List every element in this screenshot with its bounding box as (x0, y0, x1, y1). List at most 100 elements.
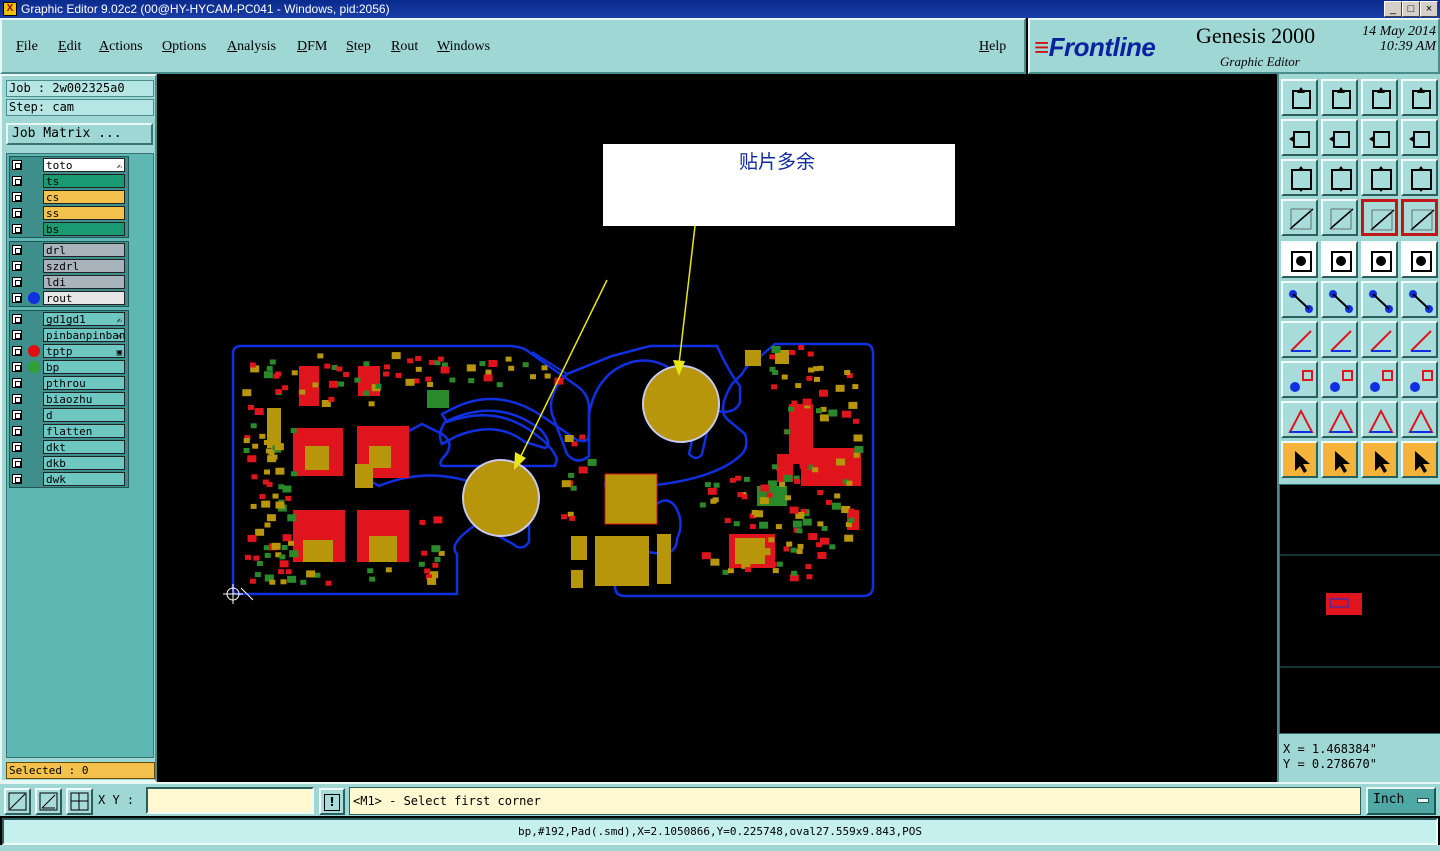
menu-analysis[interactable]: Analysis (227, 39, 276, 55)
snap-icon[interactable] (1361, 199, 1398, 236)
layer-row-drl[interactable]: drl (9, 242, 127, 258)
menu-windows[interactable]: Windows (437, 39, 490, 55)
snap-alt-icon[interactable] (1401, 199, 1438, 236)
menu-options[interactable]: Options (162, 39, 206, 55)
layer-checkbox[interactable] (12, 362, 22, 372)
layer-name[interactable]: szdrl (43, 259, 125, 273)
group-icon[interactable] (1401, 361, 1438, 398)
layer-checkbox[interactable] (12, 394, 22, 404)
layer-checkbox[interactable] (12, 346, 22, 356)
layer-checkbox[interactable] (12, 224, 22, 234)
triangle-icon[interactable] (1281, 401, 1318, 438)
layer-row-bs[interactable]: bs (9, 221, 127, 237)
maximize-icon[interactable]: □ (1402, 1, 1420, 17)
layer-row-ldi[interactable]: ldi (9, 274, 127, 290)
select-icon[interactable] (1281, 441, 1318, 478)
layer-name[interactable]: flatten (43, 424, 125, 438)
layer-checkbox[interactable] (12, 293, 22, 303)
angle-icon[interactable] (1281, 321, 1318, 358)
layer-row-flatten[interactable]: flatten (9, 423, 127, 439)
layer-row-bp[interactable]: bp (9, 359, 127, 375)
grid-mode-icon[interactable] (66, 788, 93, 815)
swap-icon[interactable] (1361, 119, 1398, 156)
layer-name[interactable]: ts (43, 174, 125, 188)
layer-affected-dot[interactable] (28, 345, 40, 357)
layer-checkbox[interactable] (12, 378, 22, 388)
layer-name[interactable]: bp (43, 360, 125, 374)
copy-icon[interactable] (1281, 361, 1318, 398)
arch-alt-icon[interactable] (1401, 401, 1438, 438)
fit-icon[interactable] (1281, 159, 1318, 196)
xy-input[interactable] (146, 787, 314, 814)
layer-row-dwk[interactable]: dwk (9, 471, 127, 487)
menu-step[interactable]: Step (346, 39, 371, 55)
layer-row-rout[interactable]: rout (9, 290, 127, 306)
layer-name[interactable]: rout (43, 291, 125, 305)
layer-checkbox[interactable] (12, 192, 22, 202)
layer-row-pinban[interactable]: pinbanpinban ✍ (9, 327, 127, 343)
layer-checkbox[interactable] (12, 410, 22, 420)
home-icon[interactable] (1361, 79, 1398, 116)
rotate-icon[interactable] (1361, 321, 1398, 358)
layer-checkbox[interactable] (12, 277, 22, 287)
split-window-icon[interactable] (1401, 79, 1438, 116)
menu-edit[interactable]: Edit (58, 39, 81, 55)
layer-checkbox[interactable] (12, 176, 22, 186)
warning-button[interactable]: ! (319, 788, 345, 815)
help-icon[interactable] (1401, 159, 1438, 196)
overview-map[interactable] (1279, 484, 1440, 734)
layer-name[interactable]: dkt (43, 440, 125, 454)
layer-name[interactable]: dwk (43, 472, 125, 486)
layer-row-biaozhu[interactable]: biaozhu (9, 391, 127, 407)
layer-checkbox[interactable] (12, 426, 22, 436)
layer-name[interactable]: ss (43, 206, 125, 220)
triangle-alt-icon[interactable] (1321, 401, 1358, 438)
layer-row-d[interactable]: d (9, 407, 127, 423)
unit-selector[interactable]: Inch (1366, 787, 1436, 815)
minimize-icon[interactable]: _ (1384, 1, 1402, 17)
layer-checkbox[interactable] (12, 330, 22, 340)
layer-name[interactable]: d (43, 408, 125, 422)
grid-icon[interactable] (1321, 199, 1358, 236)
slash-icon[interactable] (1321, 321, 1358, 358)
layer-row-ss[interactable]: ss (9, 205, 127, 221)
menu-help[interactable]: Help (979, 39, 1006, 55)
layer-name[interactable]: gd1gd1 ✍ (43, 312, 125, 326)
layer-name[interactable]: dkb (43, 456, 125, 470)
job-matrix-button[interactable]: Job Matrix ... (6, 123, 153, 145)
zoom-out-icon[interactable] (1321, 119, 1358, 156)
snap-mode-icon[interactable] (4, 788, 31, 815)
layer-checkbox[interactable] (12, 245, 22, 255)
connect-icon[interactable] (1281, 281, 1318, 318)
layer-name[interactable]: ldi (43, 275, 125, 289)
layer-row-pthrou[interactable]: pthrou (9, 375, 127, 391)
layer-name[interactable]: pthrou (43, 376, 125, 390)
layer-name[interactable]: pinbanpinban ✍ (43, 328, 126, 342)
layer-row-ts[interactable]: ts (9, 173, 127, 189)
arch-icon[interactable] (1361, 401, 1398, 438)
step-up-icon[interactable] (1281, 79, 1318, 116)
layer-affected-dot[interactable] (28, 292, 40, 304)
divide-icon[interactable] (1321, 361, 1358, 398)
menu-dfm[interactable]: DFM (297, 39, 327, 55)
move-alt-icon[interactable] (1401, 281, 1438, 318)
layer-affected-dot[interactable] (28, 361, 40, 373)
menu-rout[interactable]: Rout (391, 39, 418, 55)
layer-checkbox[interactable] (12, 208, 22, 218)
graphic-canvas[interactable]: 贴片多余 (157, 74, 1277, 782)
layer-checkbox[interactable] (12, 160, 22, 170)
circle-icon[interactable] (1401, 241, 1438, 278)
select-net-icon[interactable] (1361, 441, 1398, 478)
layer-name[interactable]: bs (43, 222, 125, 236)
layer-row-szdrl[interactable]: szdrl (9, 258, 127, 274)
layer-checkbox[interactable] (12, 442, 22, 452)
layer-row-gd1[interactable]: gd1gd1 ✍ (9, 311, 127, 327)
pcb-drawing[interactable]: 贴片多余 (157, 74, 1277, 782)
layer-row-dkt[interactable]: dkt (9, 439, 127, 455)
line-icon[interactable] (1321, 241, 1358, 278)
layer-name[interactable]: cs (43, 190, 125, 204)
layer-row-cs[interactable]: cs (9, 189, 127, 205)
zoom-in-icon[interactable] (1281, 119, 1318, 156)
layer-name[interactable]: drl (43, 243, 125, 257)
step-down-icon[interactable] (1321, 79, 1358, 116)
